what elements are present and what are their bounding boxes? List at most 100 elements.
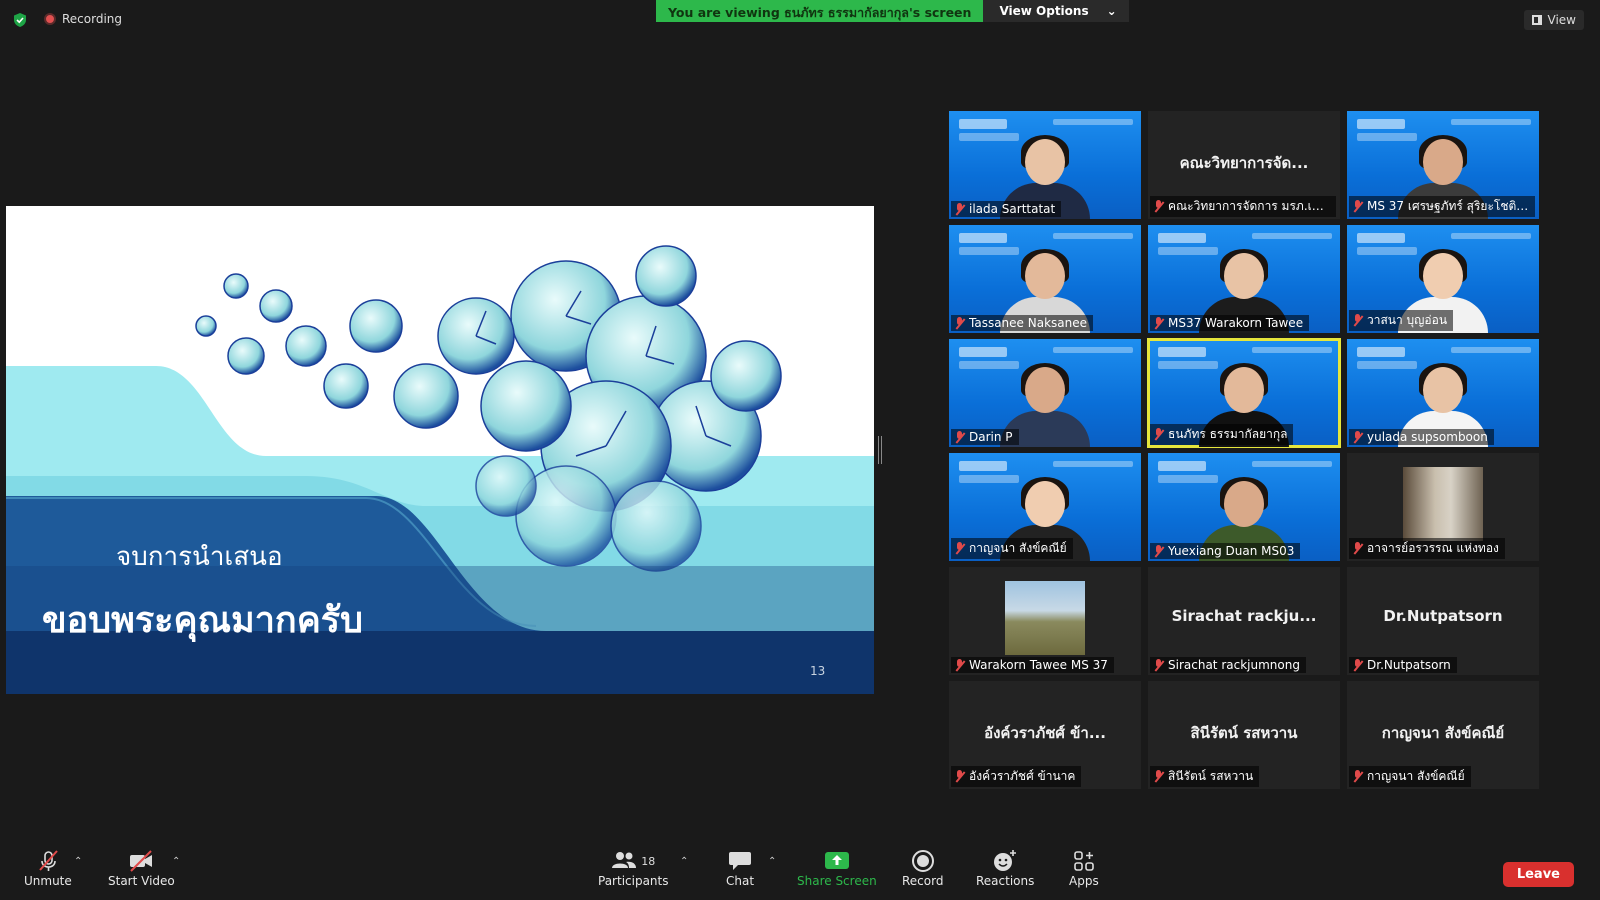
participant-name-label: ธนภัทร ธรรมากัลยากุล — [1150, 424, 1294, 445]
microphone-muted-icon — [954, 658, 965, 672]
security-shield-icon[interactable] — [12, 12, 28, 28]
recording-dot-icon — [44, 13, 56, 25]
participant-display-name: สินีรัตน์ รสหวาน — [1190, 724, 1298, 742]
participant-tile[interactable]: MS 37 เศรษฐภัทร์ สุริยะโชติฐากุล — [1347, 111, 1539, 219]
background-banner — [1053, 233, 1133, 239]
participant-tile[interactable]: อังค์วราภัชศ์ ข้า... อังค์วราภัชศ์ ข้านาค — [949, 681, 1141, 789]
slide-thank-you-text: ขอบพระคุณมากครับ — [42, 599, 363, 641]
participant-name: คณะวิทยาการจัดการ มรภ.เพพส... — [1168, 199, 1330, 213]
microphone-muted-icon — [954, 316, 965, 330]
participant-name: กาญจนา สังข์คณีย์ — [969, 541, 1067, 555]
view-options-button[interactable]: View Options ⌄ — [983, 0, 1129, 22]
participant-display-name: Sirachat rackju... — [1171, 607, 1317, 625]
participant-name: วาสนา บุญอ่อน — [1367, 313, 1448, 327]
zoom-meeting-window: Recording You are viewing ธนภัทร ธรรมากั… — [0, 0, 1600, 900]
participant-name: อังค์วราภัชศ์ ข้านาค — [969, 769, 1076, 783]
participants-label: Participants — [598, 874, 669, 888]
background-logo — [1158, 347, 1206, 357]
participant-name: สินีรัตน์ รสหวาน — [1168, 769, 1254, 783]
participant-name: MS 37 เศรษฐภัทร์ สุริยะโชติฐากุล — [1367, 199, 1529, 213]
participant-name-label: อังค์วราภัชศ์ ข้านาค — [951, 766, 1082, 787]
panel-resize-handle[interactable] — [878, 436, 882, 464]
background-logo — [959, 233, 1007, 243]
unmute-button[interactable]: Unmute — [24, 848, 72, 888]
leave-meeting-button[interactable]: Leave — [1502, 862, 1574, 887]
participants-options-chevron-icon[interactable]: ⌃ — [680, 856, 688, 867]
background-banner — [1451, 233, 1531, 239]
participant-profile-photo — [1403, 467, 1483, 541]
participant-tile[interactable]: ธนภัทร ธรรมากัลยากุล — [1147, 338, 1341, 448]
participant-name-label: Yuexiang Duan MS03 — [1150, 543, 1301, 559]
record-button[interactable]: Record — [902, 848, 943, 888]
participant-tile[interactable]: MS37 Warakorn Tawee — [1148, 225, 1340, 333]
participant-tile[interactable]: ilada Sarttatat — [949, 111, 1141, 219]
meeting-toolbar: Unmute ⌃ Start Video ⌃ 18 Participants ⌃… — [0, 842, 1600, 900]
shared-screen-slide: จบการนำเสนอ ขอบพระคุณมากครับ 13 — [6, 206, 874, 694]
microphone-muted-icon — [1352, 542, 1363, 555]
participant-name: ธนภัทร ธรรมากัลยากุล — [1168, 427, 1288, 441]
participant-name-label: Dr.Nutpatsorn — [1349, 657, 1457, 673]
participant-name-label: MS37 Warakorn Tawee — [1150, 315, 1310, 331]
participant-tile[interactable]: สินีรัตน์ รสหวาน สินีรัตน์ รสหวาน — [1148, 681, 1340, 789]
microphone-muted-icon — [954, 770, 965, 783]
microphone-muted-icon — [954, 202, 965, 216]
background-logo — [1357, 233, 1405, 243]
participant-name: yulada supsomboon — [1367, 430, 1488, 444]
reactions-label: Reactions — [976, 874, 1035, 888]
participant-name: ilada Sarttatat — [969, 202, 1056, 216]
apps-button[interactable]: Apps — [1069, 848, 1099, 888]
participant-tile[interactable]: วาสนา บุญอ่อน — [1347, 225, 1539, 333]
participant-tile[interactable]: Darin P — [949, 339, 1141, 447]
participant-tile[interactable]: กาญจนา สังข์คณีย์ — [949, 453, 1141, 561]
participant-name: MS37 Warakorn Tawee — [1168, 316, 1304, 330]
participant-display-name: คณะวิทยาการจัด... — [1179, 154, 1309, 172]
participant-tile[interactable]: คณะวิทยาการจัด... คณะวิทยาการจัดการ มรภ.เ… — [1148, 111, 1340, 219]
participant-name: Darin P — [969, 430, 1013, 444]
participant-tile[interactable]: yulada supsomboon — [1347, 339, 1539, 447]
chat-button[interactable]: Chat — [726, 848, 754, 888]
microphone-muted-icon — [1352, 658, 1363, 672]
participants-button[interactable]: 18 Participants — [598, 848, 669, 888]
background-banner — [1451, 347, 1531, 353]
reactions-button[interactable]: Reactions — [976, 848, 1034, 888]
participant-name-label: Warakorn Tawee MS 37 — [951, 657, 1114, 673]
microphone-muted-icon — [1153, 658, 1164, 672]
share-screen-icon — [824, 852, 849, 869]
microphone-muted-icon — [954, 430, 965, 444]
apps-label: Apps — [1069, 874, 1099, 888]
participant-tile[interactable]: Yuexiang Duan MS03 — [1148, 453, 1340, 561]
background-logo — [1357, 119, 1405, 129]
participant-name-label: วาสนา บุญอ่อน — [1349, 310, 1454, 331]
participant-name-label: Sirachat rackjumnong — [1150, 657, 1306, 673]
background-logo — [959, 119, 1007, 129]
participant-tile[interactable]: อาจารย์อรวรรณ แห่งทอง — [1347, 453, 1539, 561]
background-banner — [1252, 233, 1332, 239]
background-banner — [1053, 347, 1133, 353]
start-video-button[interactable]: Start Video — [108, 848, 175, 888]
view-button[interactable]: View — [1523, 10, 1584, 30]
share-screen-label: Share Screen — [797, 874, 877, 888]
participant-tile[interactable]: Warakorn Tawee MS 37 — [949, 567, 1141, 675]
participant-display-name: Dr.Nutpatsorn — [1383, 607, 1503, 625]
microphone-muted-icon — [954, 542, 965, 555]
audio-options-chevron-icon[interactable]: ⌃ — [74, 856, 82, 867]
video-options-chevron-icon[interactable]: ⌃ — [172, 856, 180, 867]
participant-tile[interactable]: Dr.Nutpatsorn Dr.Nutpatsorn — [1347, 567, 1539, 675]
microphone-muted-icon — [1352, 770, 1363, 783]
microphone-muted-icon — [1153, 544, 1164, 558]
participant-tile[interactable]: Tassanee Naksanee — [949, 225, 1141, 333]
background-banner — [1451, 119, 1531, 125]
recording-label: Recording — [62, 12, 123, 26]
microphone-muted-icon — [1153, 200, 1164, 213]
share-screen-button[interactable]: Share Screen — [797, 848, 877, 888]
participants-count: 18 — [641, 854, 656, 868]
participant-tile[interactable]: Sirachat rackju... Sirachat rackjumnong — [1148, 567, 1340, 675]
participant-gallery: ilada Sarttatat คณะวิทยาการจัด... คณะวิทยา… — [949, 111, 1539, 789]
background-logo — [1357, 347, 1405, 357]
chat-options-chevron-icon[interactable]: ⌃ — [768, 856, 776, 867]
record-label: Record — [902, 874, 944, 888]
participant-name: Warakorn Tawee MS 37 — [969, 658, 1108, 672]
participant-tile[interactable]: กาญจนา สังข์คณีย์ กาญจนา สังข์คณีย์ — [1347, 681, 1539, 789]
recording-indicator[interactable]: Recording — [44, 12, 122, 26]
microphone-muted-icon — [1352, 314, 1363, 327]
